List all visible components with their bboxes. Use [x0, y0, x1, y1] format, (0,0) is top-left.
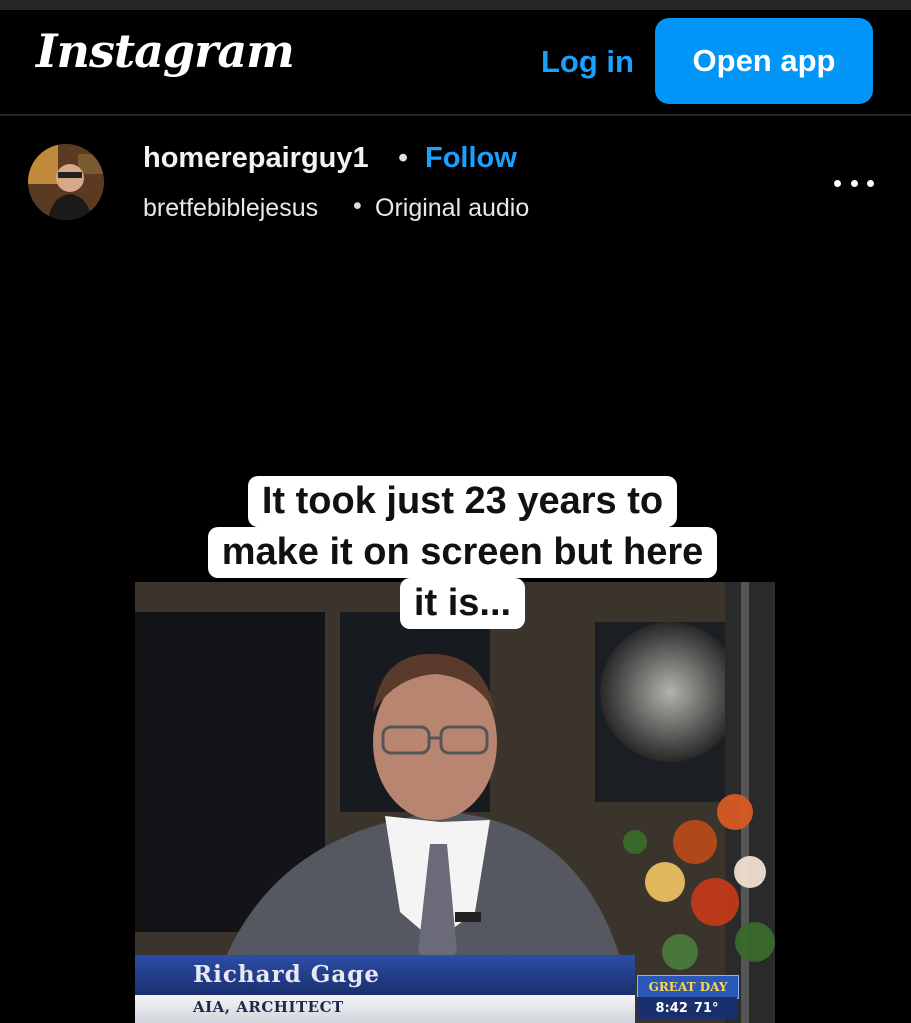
more-options-icon[interactable]	[834, 168, 874, 198]
audio-username[interactable]: bretfebiblejesus	[143, 194, 318, 223]
instagram-logo[interactable]: Instagram	[36, 24, 295, 78]
name-bar: Richard Gage	[135, 955, 635, 995]
follow-button[interactable]: Follow	[425, 142, 517, 175]
avatar-image	[28, 144, 104, 220]
separator-dot: •	[398, 142, 409, 174]
caption-line: it is...	[399, 578, 526, 629]
post-header: homerepairguy1 • Follow bretfebiblejesus…	[0, 116, 911, 236]
station-time: 8:42	[655, 1000, 688, 1016]
more-dot	[867, 179, 874, 187]
open-app-button[interactable]: Open app	[655, 18, 873, 104]
speaker-title: AIA, ARCHITECT	[193, 998, 344, 1016]
post-username[interactable]: homerepairguy1	[143, 142, 369, 175]
separator-dot: •	[353, 192, 362, 220]
speaker-name: Richard Gage	[193, 961, 380, 988]
title-bar: AIA, ARCHITECT	[135, 995, 635, 1023]
lower-third: Richard Gage AIA, ARCHITECT	[135, 955, 635, 1023]
more-dot	[834, 179, 841, 187]
video-caption: It took just 23 years to make it on scre…	[175, 476, 750, 629]
station-logo: GREAT DAY 8:42 71°	[637, 975, 739, 1023]
caption-line: It took just 23 years to	[247, 476, 678, 527]
caption-line: make it on screen but here	[207, 527, 718, 578]
station-time-temp: 8:42 71°	[637, 997, 737, 1019]
more-dot	[850, 179, 858, 187]
top-navigation-bar: Instagram Log in Open app	[0, 10, 911, 116]
login-link[interactable]: Log in	[541, 44, 634, 80]
station-temperature: 71°	[693, 1000, 719, 1016]
audio-name-link[interactable]: Original audio	[375, 194, 529, 223]
station-logo-text: GREAT DAY	[637, 975, 739, 999]
browser-top-strip	[0, 0, 911, 10]
avatar[interactable]	[28, 144, 104, 220]
